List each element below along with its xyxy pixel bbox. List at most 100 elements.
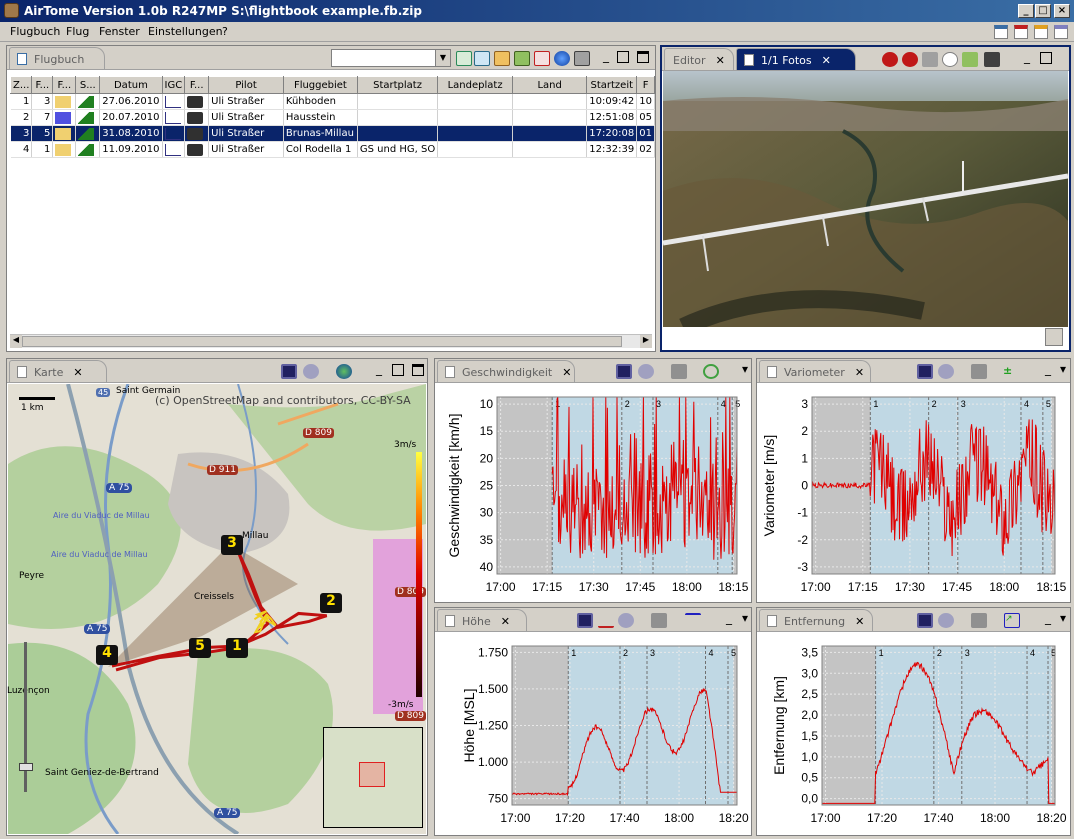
scroll-thumb[interactable]: [22, 336, 622, 347]
settings-icon[interactable]: [938, 613, 954, 628]
settings-icon[interactable]: [938, 364, 954, 379]
photo-import-icon[interactable]: [962, 52, 978, 67]
menu-flug[interactable]: Flug: [66, 25, 89, 38]
perspective-2-icon[interactable]: [1014, 25, 1028, 39]
tab-hoehe[interactable]: Höhe ✕: [437, 609, 527, 631]
minimize-view-icon[interactable]: _: [600, 50, 612, 63]
waypoint-marker[interactable]: 5: [189, 638, 211, 658]
maximize-button[interactable]: □: [1035, 4, 1051, 18]
col-header[interactable]: IGC: [161, 76, 186, 94]
col-header[interactable]: Z...: [9, 76, 33, 94]
gauge-icon[interactable]: [703, 364, 719, 379]
perspective-4-icon[interactable]: [1054, 25, 1068, 39]
col-header[interactable]: F...: [184, 76, 210, 94]
close-tab-icon[interactable]: ✕: [855, 366, 864, 379]
minimize-view-icon[interactable]: _: [1042, 612, 1054, 625]
view-menu-icon[interactable]: ▾: [1057, 612, 1069, 625]
camera-icon[interactable]: [984, 52, 1000, 67]
overview-viewport[interactable]: [359, 762, 385, 787]
col-header[interactable]: Pilot: [208, 76, 284, 94]
close-button[interactable]: ×: [1054, 4, 1070, 18]
col-header[interactable]: Landeplatz: [437, 76, 513, 94]
next-icon[interactable]: [902, 52, 918, 67]
detach-view-icon[interactable]: [392, 364, 404, 376]
waypoint-marker[interactable]: 3: [221, 535, 243, 555]
menu-help[interactable]: ?: [222, 25, 228, 38]
satellite-icon[interactable]: [1045, 328, 1063, 346]
close-tab-icon[interactable]: ✕: [73, 366, 82, 379]
col-header[interactable]: Fluggebiet: [282, 76, 358, 94]
photo-import-icon[interactable]: [514, 51, 530, 66]
tab-editor[interactable]: Editor ✕: [664, 48, 734, 70]
close-tab-icon[interactable]: ✕: [501, 615, 510, 628]
col-header[interactable]: F...: [52, 76, 77, 94]
table-row[interactable]: 4 1 11.09.2010 Uli Straßer Col Rodella 1 GS u…: [10, 141, 655, 158]
trash-icon[interactable]: [574, 51, 590, 66]
menu-einstellungen[interactable]: Einstellungen: [148, 25, 223, 38]
scroll-left-icon[interactable]: ◀: [10, 335, 22, 348]
vario-chart[interactable]: 17:00 17:15 17:30 17:45 18:00 18:15 3 2 1 0 -1 -2 -3…: [757, 384, 1070, 602]
col-header[interactable]: F...: [31, 76, 54, 94]
col-header[interactable]: Startplatz: [356, 76, 439, 94]
view-menu-icon[interactable]: ▾: [739, 612, 751, 625]
chart-type-icon[interactable]: ↗: [1004, 613, 1020, 628]
filter-icon[interactable]: [971, 613, 987, 628]
detach-view-icon[interactable]: [1040, 52, 1052, 64]
globe-icon[interactable]: [336, 364, 352, 379]
maximize-view-icon[interactable]: [637, 51, 649, 63]
tab-entfernung[interactable]: Entfernung ✕: [759, 609, 873, 631]
new-flight-icon[interactable]: [456, 51, 472, 66]
search-combo[interactable]: ▼: [331, 49, 451, 67]
view-menu-icon[interactable]: ▾: [739, 363, 751, 376]
waypoint-marker[interactable]: 4: [96, 645, 118, 665]
clock-icon[interactable]: [942, 52, 958, 67]
minimize-button[interactable]: _: [1018, 4, 1034, 18]
col-header[interactable]: Land: [511, 76, 588, 94]
trash-icon[interactable]: [922, 52, 938, 67]
filter-icon[interactable]: [671, 364, 687, 379]
olc-icon[interactable]: [534, 51, 550, 66]
minimize-view-icon[interactable]: _: [1021, 51, 1033, 64]
save-icon[interactable]: [281, 364, 297, 379]
overview-map[interactable]: [323, 727, 423, 828]
table-row[interactable]: 3 5 31.08.2010 Uli Straßer Brunas-Millau 17:2…: [10, 125, 655, 142]
save-icon[interactable]: [917, 364, 933, 379]
close-tab-icon[interactable]: ✕: [562, 366, 571, 379]
view-menu-icon[interactable]: ▾: [1057, 363, 1069, 376]
detach-view-icon[interactable]: [617, 51, 629, 63]
col-header[interactable]: Datum: [99, 76, 163, 94]
save-icon[interactable]: [917, 613, 933, 628]
table-row[interactable]: 2 7 20.07.2010 Uli Straßer Hausstein 12:51:08…: [10, 109, 655, 126]
col-header[interactable]: F: [636, 76, 655, 94]
settings-icon[interactable]: [618, 613, 634, 628]
col-header[interactable]: S...: [75, 76, 101, 94]
zoom-slider-thumb[interactable]: [19, 763, 33, 771]
perspective-1-icon[interactable]: [994, 25, 1008, 39]
filter-icon[interactable]: [651, 613, 667, 628]
speed-chart[interactable]: 17:00 17:15 17:30 17:45 18:00 18:151015202530…: [435, 384, 751, 602]
globe-icon[interactable]: [554, 51, 570, 66]
maximize-view-icon[interactable]: [412, 364, 424, 376]
minimize-view-icon[interactable]: _: [373, 363, 385, 376]
scroll-right-icon[interactable]: ▶: [640, 335, 652, 348]
col-header[interactable]: Startzeit: [586, 76, 638, 94]
waypoint-marker[interactable]: 2: [320, 593, 342, 613]
altitude-chart[interactable]: 17:00 17:20 17:40 18:00 18:20 1.750 1.500 1.250…: [435, 633, 751, 835]
tab-karte[interactable]: Karte ✕: [9, 360, 107, 382]
table-row[interactable]: 1 3 27.06.2010 Uli Straßer Kühboden 10:09:42 1…: [10, 93, 655, 110]
tab-variometer[interactable]: Variometer ✕: [759, 360, 871, 382]
horizontal-scrollbar[interactable]: ◀ ▶: [10, 334, 652, 348]
close-tab-icon[interactable]: ✕: [822, 54, 831, 67]
menu-flugbuch[interactable]: Flugbuch: [10, 25, 60, 38]
tab-geschwindigkeit[interactable]: Geschwindigkeit ✕: [437, 360, 575, 382]
chevron-down-icon[interactable]: ▼: [435, 50, 450, 66]
close-tab-icon[interactable]: ✕: [855, 615, 864, 628]
save-icon[interactable]: [616, 364, 632, 379]
settings-icon[interactable]: [303, 364, 319, 379]
plus-minus-icon[interactable]: ±: [1003, 364, 1019, 379]
minimize-view-icon[interactable]: _: [723, 612, 735, 625]
perspective-3-icon[interactable]: [1034, 25, 1048, 39]
save-icon[interactable]: [577, 613, 593, 628]
settings-icon[interactable]: [638, 364, 654, 379]
tab-flugbuch[interactable]: Flugbuch: [9, 47, 105, 69]
